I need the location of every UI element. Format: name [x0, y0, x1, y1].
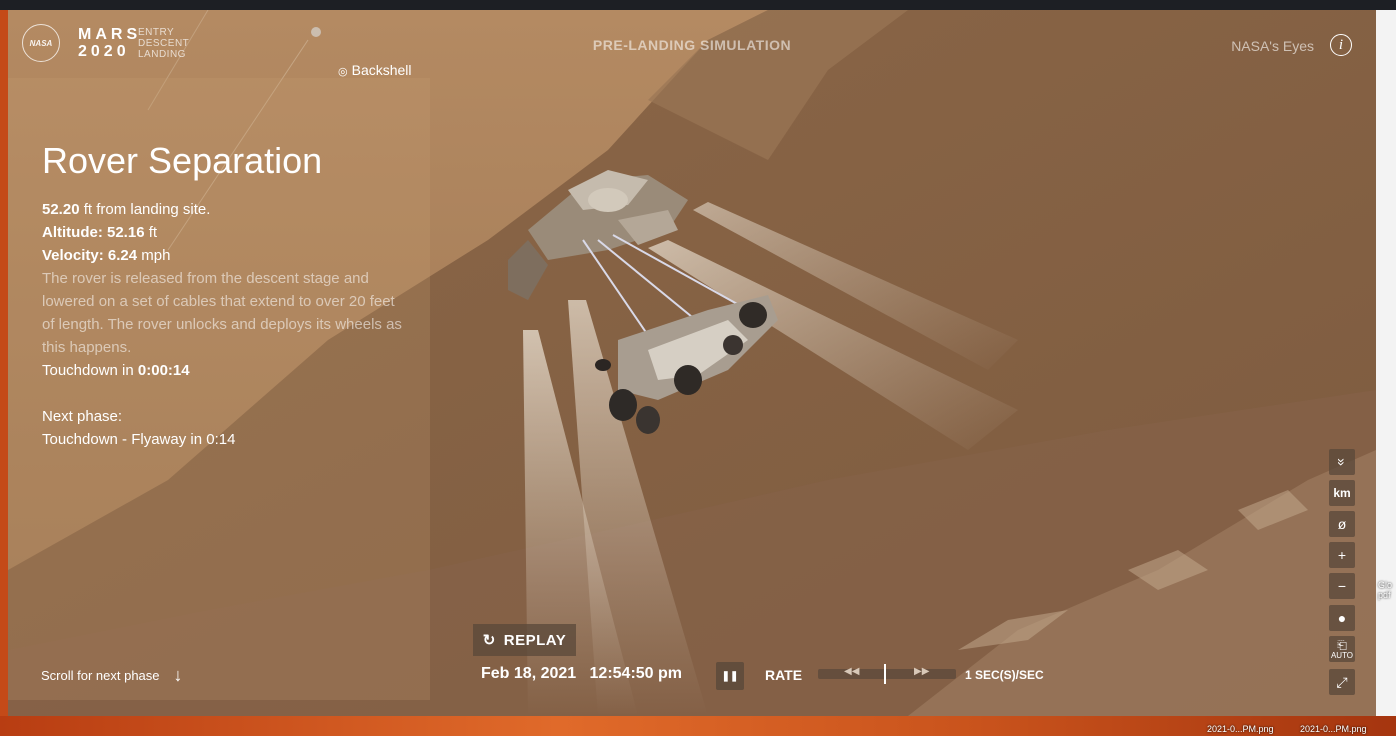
altitude-label: Altitude:	[42, 224, 107, 241]
zoom-out-button[interactable]: −	[1329, 573, 1355, 599]
rate-slider-thumb[interactable]	[884, 664, 886, 684]
velocity-label: Velocity:	[42, 247, 108, 264]
velocity-unit: mph	[137, 247, 171, 264]
touchdown-countdown: 0:00:14	[137, 362, 190, 379]
next-phase-label: Next phase:	[42, 408, 123, 425]
distance-text: ft from landing site.	[79, 201, 211, 218]
target-icon: ◎	[338, 66, 348, 78]
touchdown-label: Touchdown in	[42, 362, 138, 379]
nasa-eyes-link[interactable]: NASA's Eyes	[1231, 38, 1314, 54]
top-bar: NASA MARS 2020 ENTRY DESCENT LANDING PRE…	[8, 10, 1376, 80]
phase-title: Rover Separation	[42, 140, 323, 181]
expand-icon: ⤢	[1336, 673, 1348, 690]
units-toggle-button[interactable]: km	[1329, 480, 1355, 506]
arrow-down-icon: ↓	[173, 665, 183, 685]
fullscreen-button[interactable]: ⤢	[1329, 669, 1355, 695]
zoom-in-button[interactable]: +	[1329, 542, 1355, 568]
phase-stats: 52.20 ft from landing site. Altitude: 52…	[42, 198, 402, 451]
desktop-file-2[interactable]: 2021-0...PM.png	[1300, 724, 1367, 734]
sim-datetime: Feb 18, 2021 12:54:50 pm	[481, 665, 682, 683]
rate-value: 1 SEC(S)/SEC	[965, 668, 1044, 682]
plus-icon: +	[1337, 547, 1347, 563]
altitude-unit: ft	[144, 224, 158, 241]
auto-label: AUTO	[1330, 650, 1354, 660]
rate-slider[interactable]: ◀◀ ▶▶	[818, 664, 956, 684]
circle-icon: ●	[1337, 610, 1347, 626]
units-label: km	[1333, 486, 1351, 500]
visibility-toggle-button[interactable]: ø	[1329, 511, 1355, 537]
desktop-menu-strip	[0, 0, 1396, 10]
auto-camera-button[interactable]: ⎗ AUTO	[1329, 636, 1355, 662]
rewind-icon[interactable]: ◀◀	[844, 666, 859, 677]
eye-slash-icon: ø	[1337, 516, 1347, 532]
sim-time: 12:54:50 pm	[589, 665, 683, 682]
backshell-label[interactable]: ◎ Backshell	[338, 62, 412, 78]
replay-button[interactable]: ↻ REPLAY	[473, 624, 576, 656]
scroll-hint-text: Scroll for next phase	[41, 668, 160, 683]
touchdown-line: Touchdown in 0:00:14	[42, 359, 402, 382]
pause-icon: ❚❚	[721, 670, 739, 682]
desktop-file-1[interactable]: 2021-0...PM.png	[1207, 724, 1274, 734]
altitude-line: Altitude: 52.16 ft	[42, 221, 402, 244]
velocity-line: Velocity: 6.24 mph	[42, 244, 402, 267]
phase-description: The rover is released from the descent s…	[42, 270, 402, 356]
sim-date: Feb 18, 2021	[481, 665, 577, 682]
eyes-app-window: NASA MARS 2020 ENTRY DESCENT LANDING PRE…	[8, 10, 1376, 716]
double-chevron-down-icon: »	[1333, 458, 1350, 466]
desktop-edge: Glo pdf	[1376, 10, 1396, 716]
simulation-title: PRE-LANDING SIMULATION	[592, 37, 792, 53]
pause-button[interactable]: ❚❚	[716, 662, 744, 690]
info-icon[interactable]: i	[1330, 34, 1352, 56]
minus-icon: −	[1337, 578, 1347, 594]
distance-line: 52.20 ft from landing site.	[42, 198, 402, 221]
scroll-hint[interactable]: Scroll for next phase ↓	[41, 665, 183, 686]
desktop-file-label: Glo pdf	[1378, 580, 1393, 600]
replay-label: REPLAY	[503, 631, 567, 649]
velocity-value: 6.24	[107, 247, 138, 264]
camera-reset-button[interactable]: ●	[1329, 605, 1355, 631]
distance-value: 52.20	[42, 201, 80, 218]
desktop-wallpaper: 2021-0...PM.png 2021-0...PM.png	[0, 716, 1396, 736]
backshell-text: Backshell	[351, 62, 412, 78]
fast-forward-icon[interactable]: ▶▶	[914, 666, 929, 677]
next-phase-value[interactable]: Touchdown - Flyaway in 0:14	[42, 428, 402, 451]
replay-icon: ↻	[482, 632, 496, 649]
rate-label: RATE	[765, 667, 803, 683]
collapse-controls-button[interactable]: »	[1329, 449, 1355, 475]
altitude-value: 52.16	[107, 224, 145, 241]
camera-icon: ⎗	[1337, 637, 1347, 652]
